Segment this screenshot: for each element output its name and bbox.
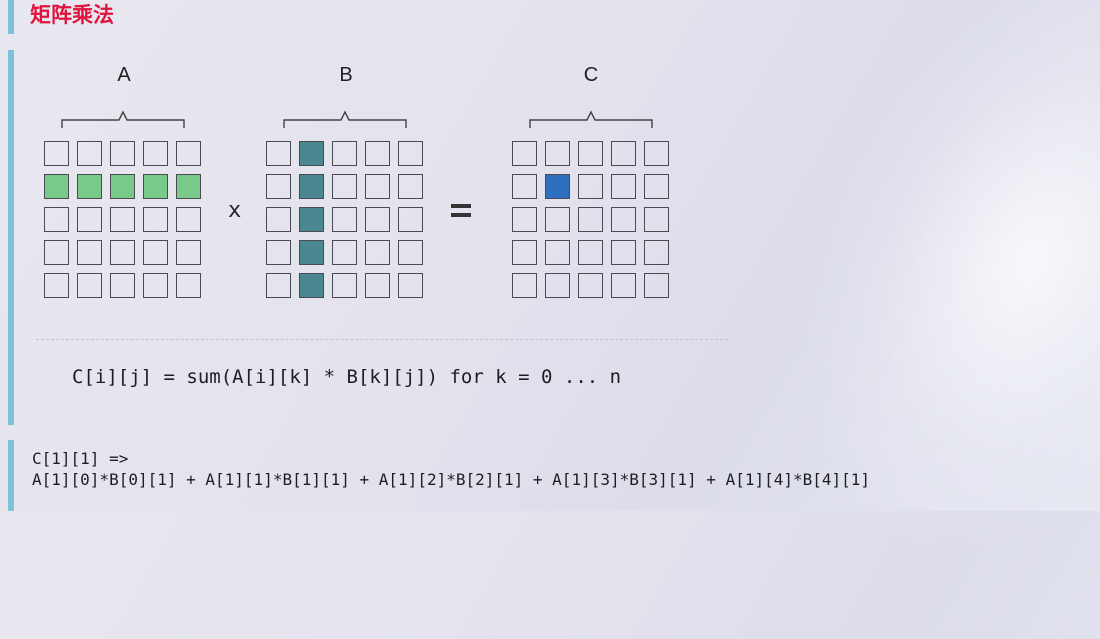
title-accent-bar: [8, 0, 14, 34]
matrix-a-cell-0-0: [44, 141, 69, 166]
matrix-a-brace: [61, 110, 185, 128]
matrix-c-label: C: [583, 64, 599, 86]
matrix-b-cell-3-2: [332, 240, 357, 265]
matrix-a-cell-1-4: [176, 174, 201, 199]
matrix-b-cell-2-3: [365, 207, 390, 232]
matrix-a-cell-2-3: [143, 207, 168, 232]
matrix-b-cell-1-4: [398, 174, 423, 199]
matrix-a-label: A: [117, 64, 131, 86]
matrix-b-cell-0-1: [299, 141, 324, 166]
matrix-a-cell-0-2: [110, 141, 135, 166]
matrix-c-cell-2-2: [578, 207, 603, 232]
formula-text: C[i][j] = sum(A[i][k] * B[k][j]) for k =…: [72, 366, 622, 388]
matrix-c-brace: [529, 110, 653, 128]
matrix-c-cell-2-3: [611, 207, 636, 232]
equals-operator: [451, 204, 471, 222]
matrix-a-cell-3-2: [110, 240, 135, 265]
matrix-c-cell-0-3: [611, 141, 636, 166]
matrix-a-cell-2-0: [44, 207, 69, 232]
expansion-accent-bar: [8, 440, 14, 511]
matrix-c-cell-2-1: [545, 207, 570, 232]
matrix-b-cell-3-0: [266, 240, 291, 265]
matrix-c-cell-2-0: [512, 207, 537, 232]
matrix-b-cell-3-3: [365, 240, 390, 265]
matrix-b-brace: [283, 110, 407, 128]
matrix-a-cell-4-2: [110, 273, 135, 298]
matrix-c-cell-1-4: [644, 174, 669, 199]
dashed-divider: [36, 339, 728, 340]
matrix-c-cell-0-4: [644, 141, 669, 166]
matrix-c-cell-3-4: [644, 240, 669, 265]
matrix-c-cell-4-2: [578, 273, 603, 298]
matrix-c-cell-4-3: [611, 273, 636, 298]
matrix-c-cell-3-2: [578, 240, 603, 265]
matrix-a-cell-3-0: [44, 240, 69, 265]
matrix-b-cell-4-4: [398, 273, 423, 298]
matrix-a-cell-3-3: [143, 240, 168, 265]
matrix-c-cell-3-0: [512, 240, 537, 265]
matrix-b-cell-1-1: [299, 174, 324, 199]
matrix-b-cell-2-0: [266, 207, 291, 232]
matrix-a-cell-4-1: [77, 273, 102, 298]
matrix-c-cell-3-3: [611, 240, 636, 265]
matrix-c-cell-1-3: [611, 174, 636, 199]
expansion-body: A[1][0]*B[0][1] + A[1][1]*B[1][1] + A[1]…: [32, 470, 871, 489]
matrix-b-cell-0-3: [365, 141, 390, 166]
matrix-b-cell-1-3: [365, 174, 390, 199]
matrix-a-cell-4-4: [176, 273, 201, 298]
matrix-b-cell-1-0: [266, 174, 291, 199]
page-title: 矩阵乘法: [30, 4, 114, 27]
matrix-b-cell-2-4: [398, 207, 423, 232]
matrix-a-cell-2-2: [110, 207, 135, 232]
matrix-c-cell-3-1: [545, 240, 570, 265]
matrix-b-cell-3-1: [299, 240, 324, 265]
matrix-b-cell-0-2: [332, 141, 357, 166]
matrix-c-cell-0-0: [512, 141, 537, 166]
matrix-c-cell-4-4: [644, 273, 669, 298]
matrix-a-cell-1-0: [44, 174, 69, 199]
diagram-accent-bar: [8, 50, 14, 425]
matrix-b-cell-4-3: [365, 273, 390, 298]
matrix-b-cell-4-2: [332, 273, 357, 298]
matrix-c-cell-2-4: [644, 207, 669, 232]
matrix-b-cell-0-0: [266, 141, 291, 166]
matrix-a-cell-4-3: [143, 273, 168, 298]
matrix-b-grid: [266, 141, 423, 298]
matrix-a-grid: [44, 141, 201, 298]
matrix-c-cell-0-2: [578, 141, 603, 166]
matrix-b-label: B: [339, 64, 353, 86]
matrix-b-cell-4-0: [266, 273, 291, 298]
matrix-a-cell-1-2: [110, 174, 135, 199]
matrix-b-cell-4-1: [299, 273, 324, 298]
matrix-a-cell-1-1: [77, 174, 102, 199]
matrix-c-grid: [512, 141, 669, 298]
multiply-operator: x: [228, 198, 242, 223]
matrix-a-cell-0-1: [77, 141, 102, 166]
matrix-b-cell-1-2: [332, 174, 357, 199]
matrix-c-cell-4-0: [512, 273, 537, 298]
matrix-a-cell-0-3: [143, 141, 168, 166]
matrix-c-cell-4-1: [545, 273, 570, 298]
matrix-b-cell-0-4: [398, 141, 423, 166]
matrix-c-cell-1-2: [578, 174, 603, 199]
matrix-b-cell-2-1: [299, 207, 324, 232]
matrix-c-cell-1-0: [512, 174, 537, 199]
matrix-a-cell-3-4: [176, 240, 201, 265]
matrix-a-cell-3-1: [77, 240, 102, 265]
matrix-a-cell-4-0: [44, 273, 69, 298]
matrix-a-cell-1-3: [143, 174, 168, 199]
matrix-c-cell-0-1: [545, 141, 570, 166]
matrix-a-cell-2-1: [77, 207, 102, 232]
expansion-head: C[1][1] =>: [32, 449, 129, 468]
background-glow: [704, 0, 1100, 639]
matrix-a-cell-0-4: [176, 141, 201, 166]
matrix-a-cell-2-4: [176, 207, 201, 232]
matrix-b-cell-2-2: [332, 207, 357, 232]
matrix-c-cell-1-1: [545, 174, 570, 199]
matrix-b-cell-3-4: [398, 240, 423, 265]
